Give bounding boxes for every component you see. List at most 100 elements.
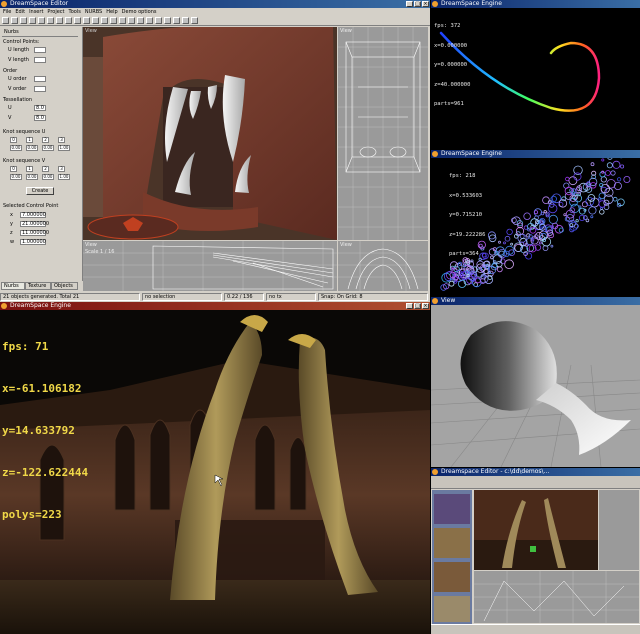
particle-titlebar[interactable]: DreamSpace Engine bbox=[431, 150, 640, 158]
menu-edit[interactable]: Edit bbox=[15, 8, 25, 16]
cylinder-icon[interactable] bbox=[146, 17, 153, 24]
particle bbox=[519, 234, 525, 239]
camera-icon[interactable] bbox=[164, 17, 171, 24]
select-icon[interactable] bbox=[74, 17, 81, 24]
light-icon[interactable] bbox=[155, 17, 162, 24]
goblet-titlebar[interactable]: View bbox=[431, 297, 640, 305]
curve-fps: fps: 372 bbox=[434, 23, 461, 29]
particle bbox=[613, 181, 622, 190]
knot-v-label: Knot sequence V bbox=[3, 158, 46, 164]
bottom-right-view-label: View bbox=[340, 242, 352, 248]
app-icon bbox=[1, 1, 7, 7]
minimize-button[interactable]: _ bbox=[406, 1, 413, 7]
engine-y: y=14.633792 bbox=[2, 424, 75, 437]
y-field[interactable]: 21.000000 bbox=[20, 221, 49, 227]
v-tess-field[interactable]: 8.0 bbox=[34, 115, 46, 121]
u-order-field[interactable] bbox=[34, 76, 46, 82]
particle bbox=[607, 158, 613, 160]
knot-v-value[interactable]: 0.00 bbox=[42, 174, 54, 180]
open-file-icon[interactable] bbox=[11, 17, 18, 24]
top-right-viewport[interactable]: View bbox=[338, 27, 428, 240]
cube-icon[interactable] bbox=[128, 17, 135, 24]
maximize-button[interactable]: □ bbox=[414, 1, 421, 7]
mini-toolbar bbox=[431, 476, 640, 489]
menu-insert[interactable]: Insert bbox=[29, 8, 43, 16]
close-button[interactable]: × bbox=[422, 1, 429, 7]
mini-right-viewport[interactable] bbox=[599, 490, 639, 570]
particle bbox=[573, 172, 582, 181]
copy-icon[interactable] bbox=[38, 17, 45, 24]
menu-demo-options[interactable]: Demo options bbox=[122, 8, 157, 16]
move-icon[interactable] bbox=[83, 17, 90, 24]
paste-icon[interactable] bbox=[47, 17, 54, 24]
knot-u-index: 1 bbox=[26, 137, 33, 143]
editor-titlebar[interactable]: DreamSpace Editor _ □ × bbox=[0, 0, 430, 8]
mini-editor-title: Dreamspace Editor - c:\dd\demos\... bbox=[441, 468, 550, 475]
bottom-left-viewport[interactable]: View Scale 1 / 16 bbox=[83, 241, 337, 291]
particle bbox=[590, 162, 595, 167]
particle-title: DreamSpace Engine bbox=[441, 150, 502, 157]
close-button[interactable]: × bbox=[422, 303, 429, 309]
particle bbox=[452, 278, 456, 282]
engine-x: x=-61.106182 bbox=[2, 382, 82, 395]
mini-main-viewport[interactable] bbox=[474, 490, 598, 570]
knot-u-value[interactable]: 0.00 bbox=[10, 145, 22, 151]
menu-tools[interactable]: Tools bbox=[69, 8, 81, 16]
menu-help[interactable]: Help bbox=[106, 8, 117, 16]
pan-icon[interactable] bbox=[119, 17, 126, 24]
knot-v-value[interactable]: 0.00 bbox=[10, 174, 22, 180]
knot-v-value[interactable]: 0.00 bbox=[26, 174, 38, 180]
knot-u-value[interactable]: 1.00 bbox=[58, 145, 70, 151]
new-file-icon[interactable] bbox=[2, 17, 9, 24]
engine-titlebar[interactable]: DreamSpace Engine _ □ × bbox=[0, 302, 430, 310]
x-field[interactable]: 7.000000 bbox=[20, 212, 46, 218]
engine-hud: fps: 71 x=-61.106182 y=14.633792 z=-122.… bbox=[2, 312, 88, 550]
menu-project[interactable]: Project bbox=[47, 8, 64, 16]
main-viewport[interactable]: View bbox=[83, 27, 337, 240]
save-file-icon[interactable] bbox=[20, 17, 27, 24]
scale-icon[interactable] bbox=[101, 17, 108, 24]
create-button[interactable]: Create bbox=[26, 187, 54, 195]
rotate-icon[interactable] bbox=[92, 17, 99, 24]
top-right-view-label: View bbox=[340, 28, 352, 34]
zoom-icon[interactable] bbox=[110, 17, 117, 24]
knot-v-index: 2 bbox=[42, 166, 49, 172]
menu-nurbs[interactable]: NURBS bbox=[85, 8, 102, 16]
cut-icon[interactable] bbox=[29, 17, 36, 24]
v-length-field[interactable] bbox=[34, 57, 46, 63]
tab-nurbs[interactable]: Nurbs bbox=[1, 282, 25, 290]
redo-icon[interactable] bbox=[65, 17, 72, 24]
menu-file[interactable]: File bbox=[3, 8, 11, 16]
knot-v-value[interactable]: 1.00 bbox=[58, 174, 70, 180]
curve-title: DreamSpace Engine bbox=[441, 0, 502, 7]
minimize-button[interactable]: _ bbox=[406, 303, 413, 309]
knot-u-value[interactable]: 0.00 bbox=[26, 145, 38, 151]
bottom-right-viewport[interactable]: View bbox=[338, 241, 428, 291]
goblet-scene bbox=[431, 305, 640, 467]
menu-bar: File Edit Insert Project Tools NURBS Hel… bbox=[0, 8, 430, 16]
sphere-icon[interactable] bbox=[137, 17, 144, 24]
editor-title: DreamSpace Editor bbox=[10, 0, 69, 7]
u-length-field[interactable] bbox=[34, 47, 46, 53]
u-tess-label: U bbox=[8, 105, 12, 111]
mini-texture-panel bbox=[432, 490, 472, 624]
particle bbox=[588, 206, 597, 215]
tab-objects[interactable]: Objects bbox=[51, 282, 78, 290]
w-field[interactable]: 1.000000 bbox=[20, 239, 46, 245]
maximize-button[interactable]: □ bbox=[414, 303, 421, 309]
undo-icon[interactable] bbox=[56, 17, 63, 24]
u-tess-field[interactable]: 8.0 bbox=[34, 105, 46, 111]
particle bbox=[588, 177, 598, 187]
mini-editor-titlebar[interactable]: Dreamspace Editor - c:\dd\demos\... bbox=[431, 468, 640, 476]
tab-texture[interactable]: Texture bbox=[25, 282, 51, 290]
v-order-field[interactable] bbox=[34, 86, 46, 92]
curve-titlebar[interactable]: DreamSpace Engine bbox=[431, 0, 640, 8]
grid-icon[interactable] bbox=[173, 17, 180, 24]
mini-bottom-viewport[interactable] bbox=[474, 571, 639, 623]
z-field[interactable]: 11.000000 bbox=[20, 230, 49, 236]
knot-u-value[interactable]: 0.00 bbox=[42, 145, 54, 151]
snap-icon[interactable] bbox=[182, 17, 189, 24]
particle bbox=[496, 260, 503, 268]
u-length-label: U length bbox=[8, 47, 30, 53]
play-icon[interactable] bbox=[191, 17, 198, 24]
